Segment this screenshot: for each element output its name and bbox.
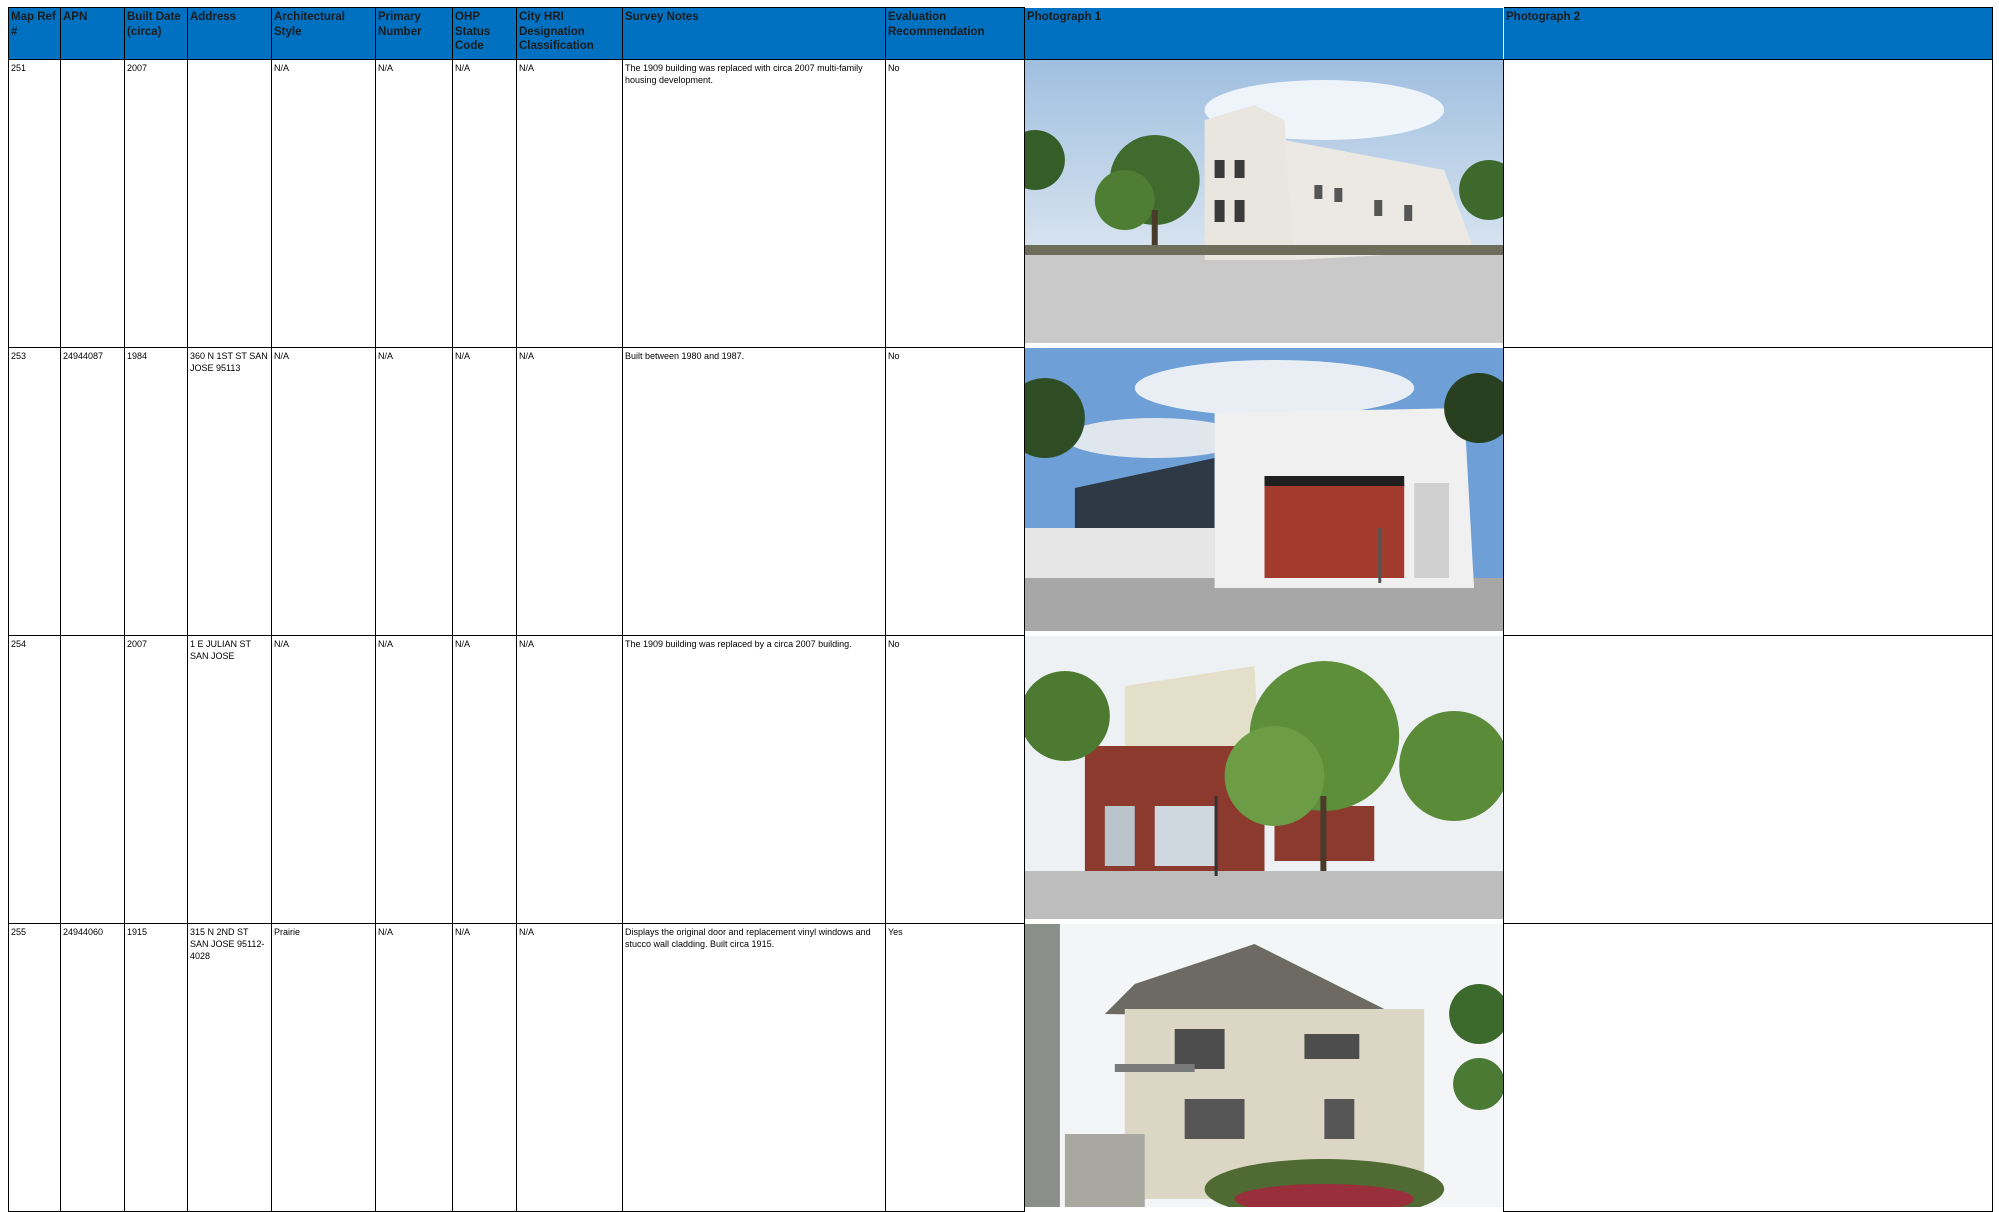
cell-built-date[interactable]: 2007: [124, 635, 188, 924]
header-evaluation[interactable]: Evaluation Recommendation: [885, 7, 1025, 60]
cell-photograph-1[interactable]: [1024, 635, 1504, 924]
cell-evaluation[interactable]: No: [885, 59, 1025, 348]
header-primary-number[interactable]: Primary Number: [375, 7, 453, 60]
cell-address[interactable]: 1 E JULIAN ST SAN JOSE: [187, 635, 272, 924]
table-row: 255 24944060 1915 315 N 2ND ST SAN JOSE …: [8, 923, 1993, 1212]
cell-survey-notes[interactable]: The 1909 building was replaced by a circ…: [622, 635, 886, 924]
building-photo-3: [1025, 635, 1503, 919]
cell-hri[interactable]: N/A: [516, 923, 623, 1212]
header-apn[interactable]: APN: [60, 7, 125, 60]
table-row: 254 2007 1 E JULIAN ST SAN JOSE N/A N/A …: [8, 635, 1993, 924]
table-row: 253 24944087 1984 360 N 1ST ST SAN JOSE …: [8, 347, 1993, 636]
survey-table: Map Ref # APN Built Date (circa) Address…: [8, 7, 1993, 1212]
survey-spreadsheet: Map Ref # APN Built Date (circa) Address…: [8, 7, 1993, 1212]
cell-photograph-2[interactable]: [1503, 347, 1993, 636]
cell-apn[interactable]: 24944060: [60, 923, 125, 1212]
header-photograph-2[interactable]: Photograph 2: [1503, 7, 1993, 60]
header-architectural-style[interactable]: Architectural Style: [271, 7, 376, 60]
cell-evaluation[interactable]: No: [885, 635, 1025, 924]
cell-style[interactable]: Prairie: [271, 923, 376, 1212]
cell-ohp-status[interactable]: N/A: [452, 347, 517, 636]
cell-photograph-2[interactable]: [1503, 923, 1993, 1212]
header-ohp-status-code[interactable]: OHP Status Code: [452, 7, 517, 60]
cell-ohp-status[interactable]: N/A: [452, 59, 517, 348]
cell-photograph-1[interactable]: [1024, 59, 1504, 348]
table-row: 251 2007 N/A N/A N/A N/A The 1909 buildi…: [8, 59, 1993, 348]
header-photograph-1[interactable]: Photograph 1: [1024, 7, 1504, 60]
cell-survey-notes[interactable]: Displays the original door and replaceme…: [622, 923, 886, 1212]
header-row: Map Ref # APN Built Date (circa) Address…: [8, 7, 1993, 60]
cell-hri[interactable]: N/A: [516, 59, 623, 348]
cell-ohp-status[interactable]: N/A: [452, 923, 517, 1212]
cell-map-ref[interactable]: 254: [8, 635, 61, 924]
header-address[interactable]: Address: [187, 7, 272, 60]
cell-primary-number[interactable]: N/A: [375, 635, 453, 924]
cell-ohp-status[interactable]: N/A: [452, 635, 517, 924]
header-map-ref[interactable]: Map Ref #: [8, 7, 61, 60]
cell-evaluation[interactable]: Yes: [885, 923, 1025, 1212]
cell-map-ref[interactable]: 251: [8, 59, 61, 348]
header-city-hri[interactable]: City HRI Designation Classification: [516, 7, 623, 60]
cell-address[interactable]: 360 N 1ST ST SAN JOSE 95113: [187, 347, 272, 636]
cell-style[interactable]: N/A: [271, 635, 376, 924]
building-photo-4: [1025, 923, 1503, 1207]
cell-photograph-2[interactable]: [1503, 59, 1993, 348]
cell-survey-notes[interactable]: The 1909 building was replaced with circ…: [622, 59, 886, 348]
cell-photograph-1[interactable]: [1024, 347, 1504, 636]
cell-photograph-1[interactable]: [1024, 923, 1504, 1212]
cell-photograph-2[interactable]: [1503, 635, 1993, 924]
cell-map-ref[interactable]: 253: [8, 347, 61, 636]
cell-apn[interactable]: [60, 635, 125, 924]
cell-style[interactable]: N/A: [271, 347, 376, 636]
cell-hri[interactable]: N/A: [516, 347, 623, 636]
cell-built-date[interactable]: 1984: [124, 347, 188, 636]
cell-primary-number[interactable]: N/A: [375, 59, 453, 348]
cell-evaluation[interactable]: No: [885, 347, 1025, 636]
cell-survey-notes[interactable]: Built between 1980 and 1987.: [622, 347, 886, 636]
cell-hri[interactable]: N/A: [516, 635, 623, 924]
cell-built-date[interactable]: 1915: [124, 923, 188, 1212]
building-photo-2: [1025, 347, 1503, 631]
cell-map-ref[interactable]: 255: [8, 923, 61, 1212]
cell-style[interactable]: N/A: [271, 59, 376, 348]
cell-primary-number[interactable]: N/A: [375, 347, 453, 636]
header-built-date[interactable]: Built Date (circa): [124, 7, 188, 60]
cell-apn[interactable]: [60, 59, 125, 348]
header-survey-notes[interactable]: Survey Notes: [622, 7, 886, 60]
cell-address[interactable]: 315 N 2ND ST SAN JOSE 95112-4028: [187, 923, 272, 1212]
cell-primary-number[interactable]: N/A: [375, 923, 453, 1212]
building-photo-1: [1025, 60, 1503, 343]
cell-apn[interactable]: 24944087: [60, 347, 125, 636]
cell-built-date[interactable]: 2007: [124, 59, 188, 348]
cell-address[interactable]: [187, 59, 272, 348]
